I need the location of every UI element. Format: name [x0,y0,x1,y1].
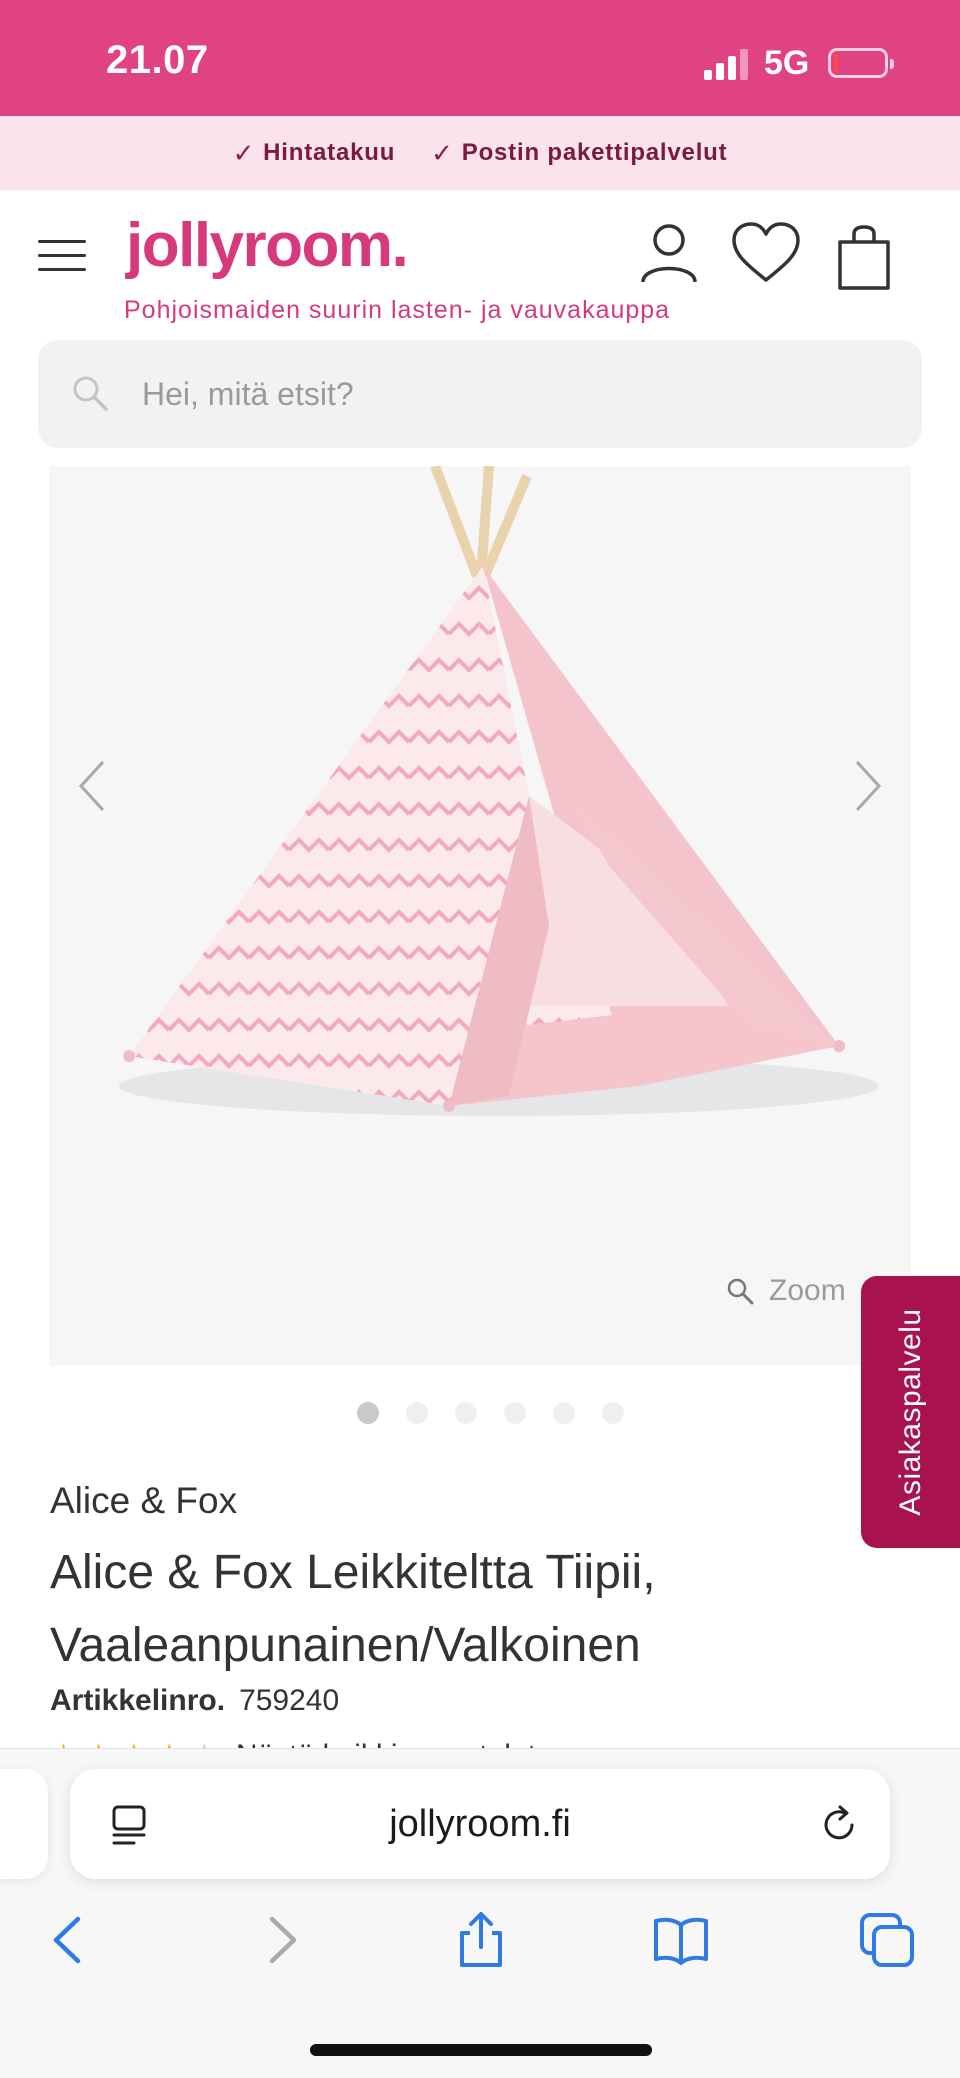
customer-service-tab[interactable]: Asiakaspalvelu [861,1276,960,1548]
sku-value: 759240 [239,1684,340,1717]
address-bar[interactable]: jollyroom.fi [70,1769,890,1879]
url-text[interactable]: jollyroom.fi [70,1803,890,1846]
cart-bag-icon[interactable] [836,224,892,292]
reload-icon[interactable] [818,1803,862,1847]
tabs-icon[interactable] [858,1911,916,1969]
zoom-label: Zoom [769,1274,846,1307]
search-icon [73,376,108,411]
zoom-button[interactable]: Zoom [725,1274,846,1308]
usp-bar: ✓ Hintatakuu ✓ Postin pakettipalvelut [0,116,960,190]
signal-icon [704,49,748,80]
check-icon: ✓ [431,137,454,168]
previous-image-arrow-icon[interactable] [73,756,113,816]
zoom-icon [727,1278,754,1305]
pagination-dot[interactable] [601,1402,624,1424]
pagination-dot[interactable] [454,1402,477,1424]
product-brand-link[interactable]: Alice & Fox [50,1480,237,1522]
usp-label: Postin pakettipalvelut [461,139,728,166]
pagination-dot[interactable] [405,1402,428,1424]
bookmarks-icon[interactable] [652,1911,710,1969]
usp-item-post-service: ✓ Postin pakettipalvelut [431,138,727,169]
product-sku: Artikkelinro. 759240 [50,1684,339,1718]
battery-icon [828,48,894,78]
product-image-teepee [119,466,879,1116]
site-logo[interactable]: jollyroom. [126,210,409,281]
status-time: 21.07 [106,38,209,82]
site-tagline: Pohjoismaiden suurin lasten- ja vauvakau… [124,296,671,324]
previous-tab-peek[interactable] [0,1769,48,1879]
forward-icon[interactable] [250,1911,308,1969]
next-image-arrow-icon[interactable] [847,756,887,816]
usp-label: Hintatakuu [263,139,396,166]
status-bar: 21.07 5G [0,0,960,116]
menu-icon[interactable] [38,240,86,272]
sku-label: Artikkelinro. [50,1684,226,1717]
usp-item-price-guarantee: ✓ Hintatakuu [233,138,396,169]
product-image-gallery[interactable]: Zoom [49,466,911,1366]
search-bar[interactable] [38,340,922,448]
pagination-dot-active[interactable] [356,1402,379,1424]
share-icon[interactable] [452,1911,510,1969]
home-indicator[interactable] [310,2044,652,2056]
customer-service-label: Asiakaspalvelu [893,1308,927,1516]
search-input[interactable] [142,362,882,426]
browser-toolbar: jollyroom.fi [0,1748,960,2078]
pagination-dot[interactable] [503,1402,526,1424]
pagination-dot[interactable] [552,1402,575,1424]
product-title: Alice & Fox Leikkiteltta Tiipii, Vaalean… [50,1546,656,1672]
account-icon[interactable] [636,220,702,286]
back-icon[interactable] [42,1911,100,1969]
check-icon: ✓ [232,137,256,168]
site-header: jollyroom. Pohjoismaiden suurin lasten- … [0,190,960,340]
wishlist-heart-icon[interactable] [730,220,802,286]
gallery-pagination [0,1402,960,1424]
network-type: 5G [764,44,810,82]
